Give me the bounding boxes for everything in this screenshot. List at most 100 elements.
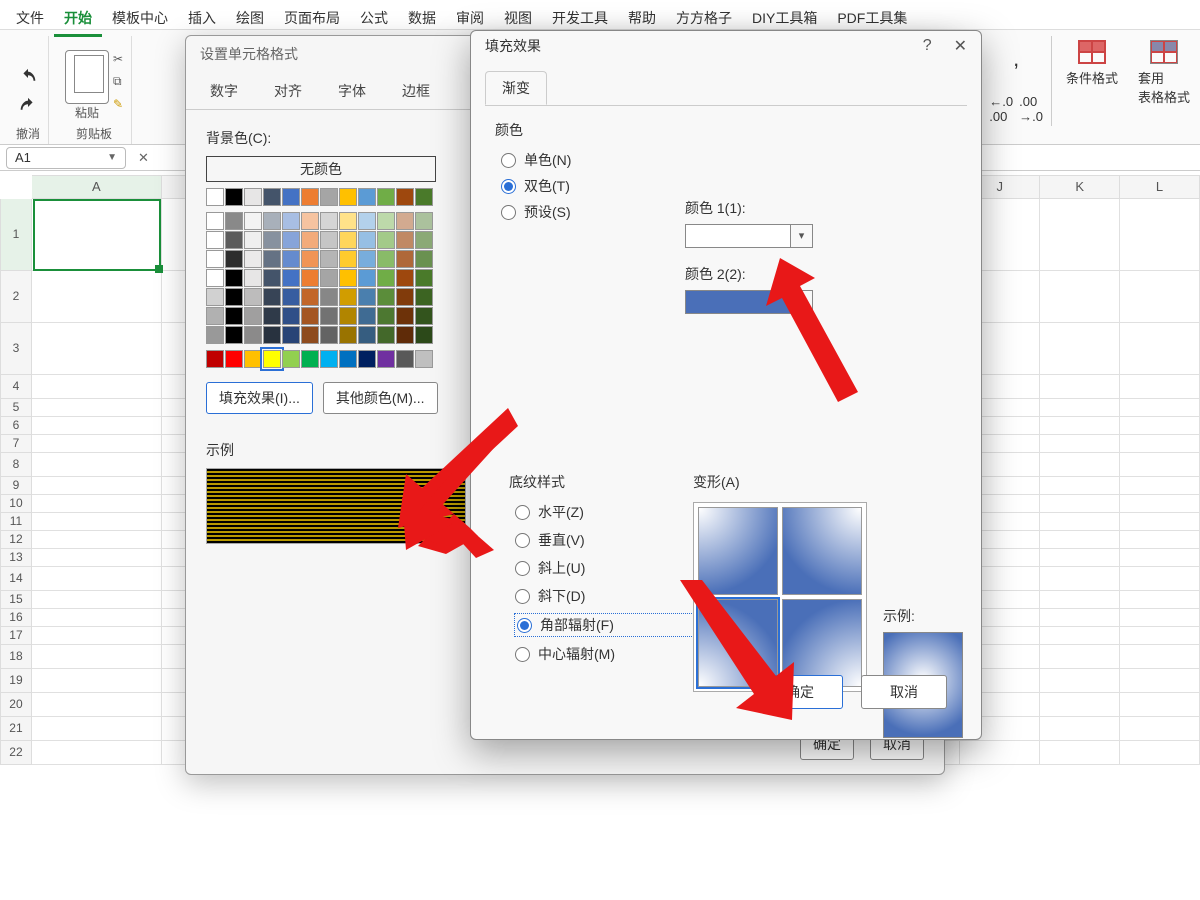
chevron-down-icon[interactable]: ▾ (790, 225, 812, 247)
menu-draw[interactable]: 绘图 (226, 4, 274, 34)
cell[interactable] (32, 399, 162, 417)
color-swatch[interactable] (282, 212, 300, 230)
decrease-decimal-icon[interactable]: ←.0.00 (989, 94, 1013, 124)
cell[interactable] (32, 323, 162, 375)
color-swatch[interactable] (244, 188, 262, 206)
tab-number[interactable]: 数字 (204, 73, 244, 109)
color-swatch[interactable] (206, 250, 224, 268)
color-swatch[interactable] (377, 250, 395, 268)
radio-horizontal[interactable]: 水平(Z) (515, 502, 709, 522)
cell[interactable] (1120, 567, 1200, 591)
cell[interactable] (1040, 627, 1120, 645)
color-swatch[interactable] (263, 326, 281, 344)
color-swatch[interactable] (339, 188, 357, 206)
color-swatch[interactable] (301, 269, 319, 287)
cell[interactable] (32, 567, 162, 591)
color-swatch[interactable] (415, 188, 433, 206)
color-swatch[interactable] (244, 350, 262, 368)
cell[interactable] (1120, 199, 1200, 271)
color-swatch[interactable] (320, 212, 338, 230)
variant-4[interactable] (782, 599, 862, 687)
variant-3[interactable] (698, 599, 778, 687)
color-swatch[interactable] (263, 231, 281, 249)
cell[interactable] (32, 717, 162, 741)
cell[interactable] (1120, 453, 1200, 477)
row-header[interactable]: 1 (0, 199, 32, 271)
cell[interactable] (1040, 435, 1120, 453)
color-swatch[interactable] (339, 350, 357, 368)
copy-icon[interactable]: ⧉ (113, 74, 123, 89)
radio-diag-down[interactable]: 斜下(D) (515, 586, 709, 606)
color1-picker[interactable]: ▾ (685, 224, 813, 248)
increase-decimal-icon[interactable]: .00→.0 (1019, 94, 1043, 124)
cell[interactable] (1120, 435, 1200, 453)
cell[interactable] (1040, 567, 1120, 591)
color-swatch[interactable] (206, 269, 224, 287)
cell[interactable] (1120, 549, 1200, 567)
color-swatch[interactable] (377, 307, 395, 325)
cell[interactable] (32, 495, 162, 513)
cell[interactable] (32, 199, 162, 271)
color-swatch[interactable] (206, 288, 224, 306)
menu-insert[interactable]: 插入 (178, 4, 226, 34)
row-header[interactable]: 4 (0, 375, 32, 399)
color-swatch[interactable] (206, 188, 224, 206)
row-header[interactable]: 12 (0, 531, 32, 549)
color-swatch[interactable] (396, 212, 414, 230)
close-icon[interactable]: ✕ (954, 36, 967, 56)
color-swatch[interactable] (396, 288, 414, 306)
cell[interactable] (1120, 609, 1200, 627)
color-swatch[interactable] (225, 212, 243, 230)
cut-icon[interactable]: ✂ (113, 52, 123, 66)
row-header[interactable]: 10 (0, 495, 32, 513)
cell[interactable] (1040, 741, 1120, 765)
color-swatch[interactable] (396, 250, 414, 268)
paste-icon[interactable] (65, 50, 109, 104)
color-swatch[interactable] (339, 212, 357, 230)
color-swatch[interactable] (320, 231, 338, 249)
col-header-A[interactable]: A (32, 175, 162, 199)
color-swatch[interactable] (206, 231, 224, 249)
cell[interactable] (1120, 513, 1200, 531)
color-swatch[interactable] (301, 212, 319, 230)
color-swatch[interactable] (415, 350, 433, 368)
cell[interactable] (1120, 477, 1200, 495)
cell[interactable] (1120, 375, 1200, 399)
cell[interactable] (1040, 417, 1120, 435)
color-swatch[interactable] (301, 350, 319, 368)
cell[interactable] (32, 513, 162, 531)
cell[interactable] (1120, 645, 1200, 669)
color-swatch[interactable] (396, 307, 414, 325)
chevron-down-icon[interactable]: ▾ (790, 291, 812, 313)
cell[interactable] (32, 375, 162, 399)
cell[interactable] (1120, 399, 1200, 417)
cell[interactable] (1120, 323, 1200, 375)
color-swatch[interactable] (415, 250, 433, 268)
menu-pagelayout[interactable]: 页面布局 (274, 4, 350, 34)
cancel-formula-icon[interactable]: ✕ (138, 150, 149, 166)
color-swatch[interactable] (339, 288, 357, 306)
menu-formula[interactable]: 公式 (350, 4, 398, 34)
color-swatch[interactable] (282, 350, 300, 368)
cell[interactable] (1120, 531, 1200, 549)
color-swatch[interactable] (320, 188, 338, 206)
row-header[interactable]: 21 (0, 717, 32, 741)
color-swatch[interactable] (244, 212, 262, 230)
color-swatch[interactable] (244, 307, 262, 325)
menu-data[interactable]: 数据 (398, 4, 446, 34)
gradient-tab[interactable]: 渐变 (485, 71, 547, 105)
cell[interactable] (1040, 717, 1120, 741)
menu-templates[interactable]: 模板中心 (102, 4, 178, 34)
color-swatch[interactable] (396, 326, 414, 344)
tab-border[interactable]: 边框 (396, 73, 436, 109)
cell[interactable] (32, 435, 162, 453)
radio-twocolor[interactable]: 双色(T) (501, 176, 957, 196)
cell[interactable] (1120, 495, 1200, 513)
color-swatch[interactable] (244, 269, 262, 287)
color-swatch[interactable] (263, 250, 281, 268)
color-swatch[interactable] (282, 231, 300, 249)
color-swatch[interactable] (282, 326, 300, 344)
tab-font[interactable]: 字体 (332, 73, 372, 109)
color-swatch[interactable] (225, 188, 243, 206)
radio-onecolor[interactable]: 单色(N) (501, 150, 957, 170)
